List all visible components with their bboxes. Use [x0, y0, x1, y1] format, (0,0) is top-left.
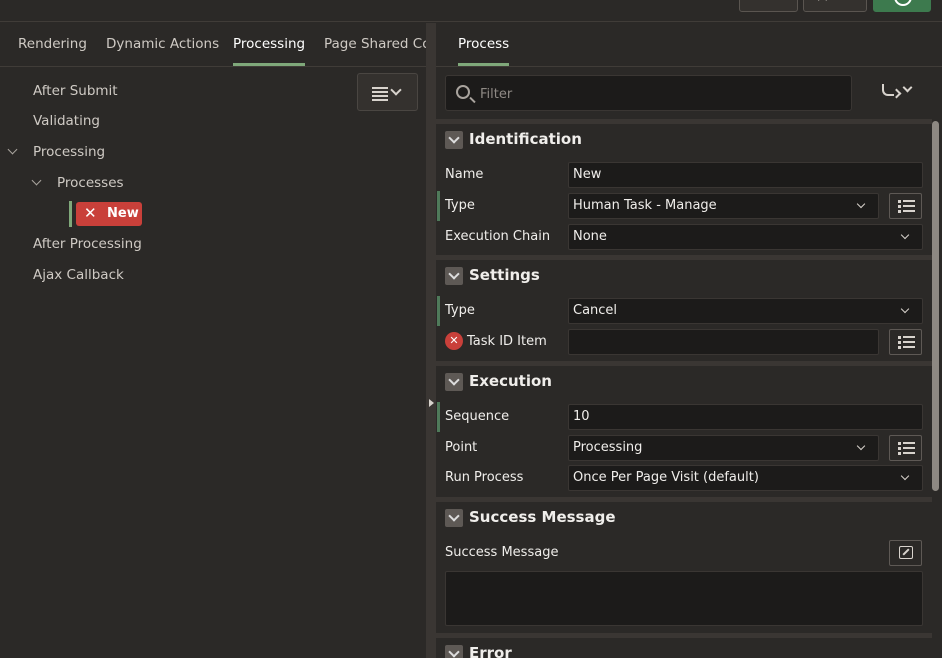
run-icon — [894, 0, 912, 6]
type-select[interactable]: Human Task - Manage — [568, 193, 879, 219]
toolbar-button-partial[interactable]: pp — [803, 0, 867, 12]
section-title: Success Message — [469, 508, 616, 526]
tree-item-after-submit[interactable]: After Submit — [33, 83, 118, 99]
point-label: Point — [445, 440, 478, 455]
run-process-select[interactable]: Once Per Page Visit (default) — [568, 465, 923, 491]
section-divider — [436, 255, 932, 260]
settings-type-select[interactable]: Cancel — [568, 298, 923, 324]
section-title: Settings — [469, 266, 540, 284]
chevron-down-icon — [856, 441, 866, 451]
scrollbar[interactable] — [932, 121, 939, 491]
open-editor-button[interactable] — [889, 540, 922, 566]
tab-rendering[interactable]: Rendering — [18, 36, 87, 52]
chevron-down-icon[interactable] — [7, 144, 18, 155]
left-tabs: Rendering Dynamic Actions Processing Pag… — [0, 23, 426, 67]
toolbar-button[interactable] — [739, 0, 798, 12]
name-field[interactable]: New — [568, 162, 923, 188]
tree-item-after-processing[interactable]: After Processing — [33, 236, 142, 252]
go-to-icon — [882, 84, 894, 96]
execution-chain-label: Execution Chain — [445, 229, 551, 244]
settings-type-value: Cancel — [573, 303, 618, 318]
tree-item-processing[interactable]: Processing — [33, 144, 105, 160]
list-of-values-button[interactable] — [889, 435, 922, 461]
tree-menu-button[interactable] — [357, 73, 418, 111]
section-title: Execution — [469, 372, 552, 390]
tab-dynamic-actions[interactable]: Dynamic Actions — [106, 36, 219, 52]
chevron-down-icon — [902, 82, 913, 93]
toolbar-button-label: pp — [817, 0, 832, 1]
filter-box — [445, 75, 852, 111]
search-icon — [456, 85, 470, 99]
chevron-down-icon — [856, 199, 866, 209]
tree-item-label: New — [107, 206, 139, 221]
chevron-down-icon — [900, 230, 910, 240]
section-divider — [436, 361, 932, 366]
point-value: Processing — [573, 440, 643, 455]
chevron-down-icon[interactable] — [31, 175, 42, 186]
sequence-field[interactable]: 10 — [568, 404, 923, 430]
expand-arrow-icon[interactable] — [429, 399, 434, 407]
filter-input[interactable] — [480, 83, 840, 105]
tree-item-ajax-callback[interactable]: Ajax Callback — [33, 267, 124, 283]
section-header-execution: Execution — [436, 367, 932, 397]
type-label: Type — [445, 198, 475, 213]
right-tabs: Process — [436, 23, 942, 67]
panel-splitter[interactable] — [426, 23, 436, 658]
success-message-textarea[interactable] — [445, 571, 923, 626]
task-id-item-field[interactable] — [568, 329, 879, 355]
menu-icon — [372, 87, 388, 103]
required-indicator — [437, 402, 440, 432]
error-badge: ✕ New — [76, 202, 142, 226]
section-divider — [436, 119, 932, 124]
run-process-value: Once Per Page Visit (default) — [573, 470, 759, 485]
required-indicator — [437, 191, 440, 221]
section-divider — [436, 633, 932, 638]
type-select-value: Human Task - Manage — [573, 198, 717, 213]
section-header-settings: Settings — [436, 261, 932, 291]
execution-chain-value: None — [573, 229, 607, 244]
sequence-label: Sequence — [445, 409, 510, 424]
chevron-down-icon — [900, 304, 910, 314]
tree-item-selected-process[interactable]: ✕ New — [69, 201, 142, 227]
section-header-identification: Identification — [436, 125, 932, 155]
chevron-down-icon[interactable] — [445, 645, 463, 658]
save-run-button[interactable] — [873, 0, 931, 12]
list-of-values-button[interactable] — [889, 329, 922, 355]
close-icon: ✕ — [84, 204, 97, 222]
section-header-error: Error — [436, 639, 932, 658]
point-select[interactable]: Processing — [568, 435, 879, 461]
chevron-down-icon[interactable] — [445, 131, 463, 149]
execution-chain-select[interactable]: None — [568, 224, 923, 250]
go-to-group-button[interactable] — [880, 81, 916, 105]
settings-type-label: Type — [445, 303, 475, 318]
tab-processing[interactable]: Processing — [233, 36, 306, 66]
list-of-values-button[interactable] — [889, 193, 922, 219]
section-header-success-message: Success Message — [436, 503, 932, 533]
run-process-label: Run Process — [445, 470, 524, 485]
required-indicator — [437, 296, 440, 326]
tab-page-shared-components[interactable]: Page Shared Com — [324, 36, 426, 52]
task-id-item-label: Task ID Item — [467, 334, 547, 349]
chevron-down-icon[interactable] — [445, 267, 463, 285]
name-label: Name — [445, 167, 484, 182]
chevron-down-icon[interactable] — [445, 373, 463, 391]
section-title: Identification — [469, 130, 582, 148]
chevron-down-icon — [390, 84, 402, 96]
section-title: Error — [469, 644, 512, 658]
chevron-down-icon[interactable] — [445, 509, 463, 527]
left-panel: Rendering Dynamic Actions Processing Pag… — [0, 23, 426, 658]
tree-item-validating[interactable]: Validating — [33, 113, 100, 129]
section-divider — [436, 497, 932, 502]
tree-item-processes[interactable]: Processes — [57, 175, 124, 191]
property-editor: Process Identification Name New Type Hum… — [436, 23, 942, 658]
tab-process[interactable]: Process — [458, 36, 510, 66]
error-icon[interactable]: ✕ — [445, 332, 463, 350]
success-message-label: Success Message — [445, 545, 559, 560]
top-toolbar: pp — [0, 0, 942, 22]
chevron-down-icon — [900, 471, 910, 481]
